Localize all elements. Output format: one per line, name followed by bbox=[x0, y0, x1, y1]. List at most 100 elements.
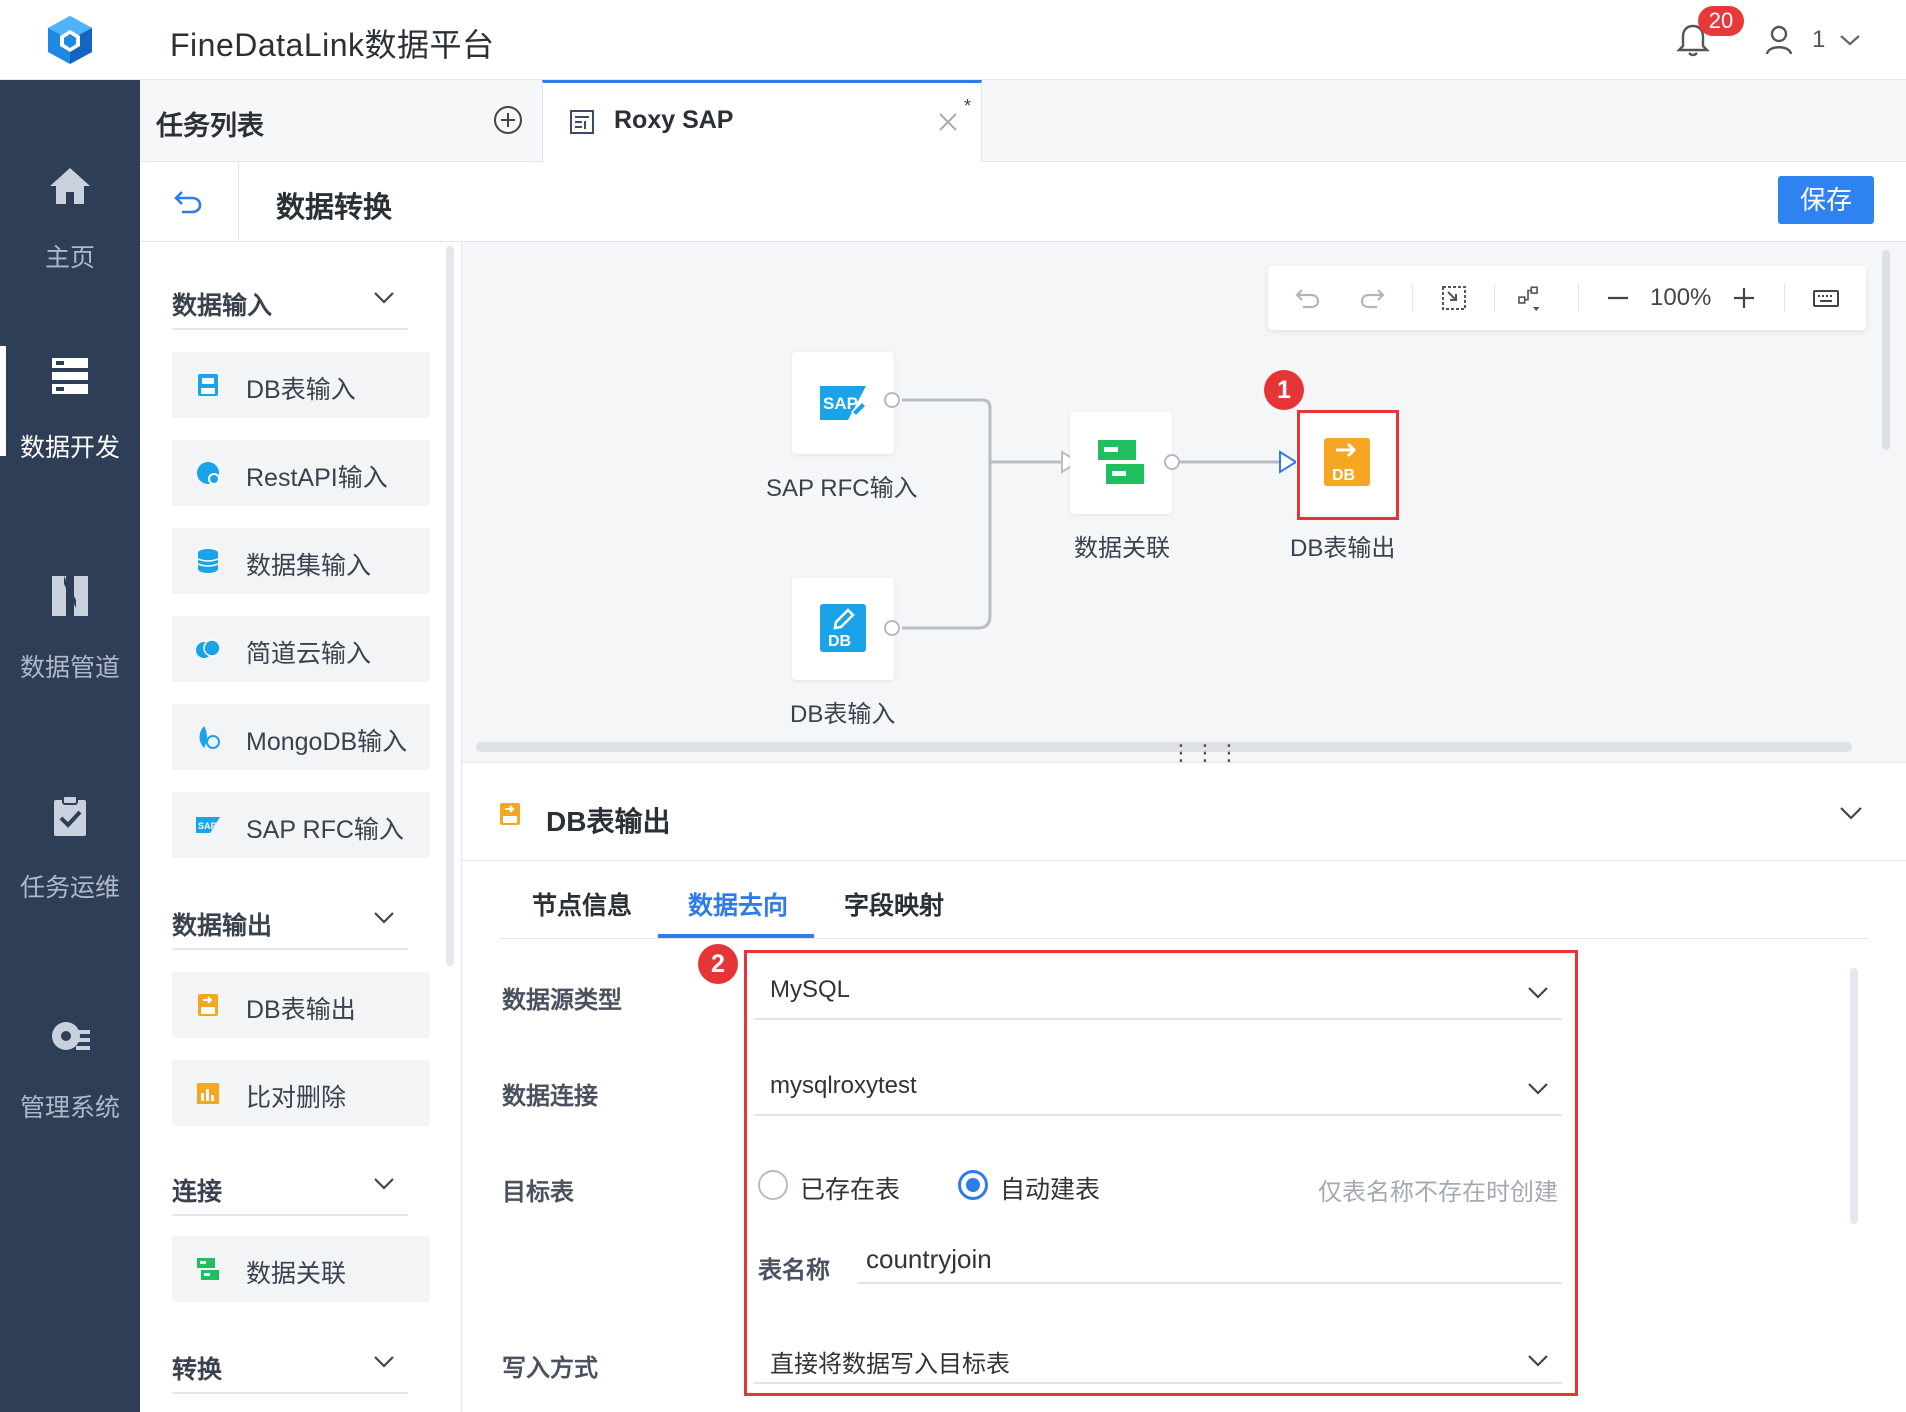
home-icon bbox=[50, 168, 90, 204]
zoom-in-icon[interactable] bbox=[1730, 284, 1758, 312]
toolbar-divider bbox=[1412, 284, 1413, 312]
flow-node-data-join[interactable] bbox=[1070, 412, 1172, 514]
toolbar-divider bbox=[1494, 284, 1495, 312]
step-badge-1: 1 bbox=[1264, 370, 1304, 410]
palette-item-label: DB表输出 bbox=[246, 996, 356, 1024]
chevron-down-icon[interactable] bbox=[1838, 30, 1862, 50]
tab-field-mapping[interactable]: 字段映射 bbox=[844, 886, 944, 922]
jiandaoyun-icon bbox=[196, 639, 221, 658]
nav-label: 数据开发 bbox=[19, 434, 120, 462]
tabs-row bbox=[140, 80, 1906, 162]
toolbar-divider bbox=[1578, 284, 1579, 312]
palette-item-mongodb[interactable]: MongoDB输入 bbox=[172, 704, 430, 770]
palette-section-connect[interactable]: 连接 bbox=[172, 1172, 222, 1208]
chevron-down-icon[interactable] bbox=[372, 288, 396, 308]
panel-scrollbar[interactable] bbox=[1850, 968, 1858, 1224]
palette-item-jiandaoyun[interactable]: 简道云输入 bbox=[172, 616, 430, 682]
chevron-down-icon[interactable] bbox=[372, 1174, 396, 1194]
panel-title: DB表输出 bbox=[546, 806, 671, 837]
close-icon[interactable] bbox=[936, 110, 960, 134]
dataset-icon bbox=[197, 549, 219, 573]
palette-item-restapi[interactable]: RestAPI输入 bbox=[172, 440, 430, 506]
palette-item-label: 数据集输入 bbox=[246, 552, 372, 580]
node-label: DB表输出 bbox=[1290, 535, 1396, 562]
tab-data-destination[interactable]: 数据去向 bbox=[688, 886, 788, 922]
compare-delete-icon bbox=[197, 1083, 219, 1104]
palette-section-output[interactable]: 数据输出 bbox=[172, 906, 272, 942]
db-input-icon bbox=[198, 374, 218, 396]
chevron-down-icon[interactable] bbox=[372, 1352, 396, 1372]
svg-text:SAP: SAP bbox=[823, 394, 858, 413]
db-output-icon bbox=[198, 994, 218, 1016]
user-name[interactable]: 1 bbox=[1812, 26, 1825, 54]
fit-view-icon[interactable] bbox=[1440, 284, 1468, 312]
nav-item-task-ops[interactable]: 任务运维 bbox=[0, 750, 140, 940]
admin-gear-icon bbox=[52, 1022, 90, 1050]
back-arrow-icon[interactable] bbox=[172, 184, 204, 216]
svg-text:DB: DB bbox=[828, 633, 851, 650]
node-label: SAP RFC输入 bbox=[766, 475, 918, 502]
node-output-port[interactable] bbox=[884, 392, 900, 408]
db-input-icon: DB bbox=[820, 604, 866, 652]
zoom-out-icon[interactable] bbox=[1604, 284, 1632, 312]
palette-item-compare-delete[interactable]: 比对删除 bbox=[172, 1060, 430, 1126]
svg-text:SAP: SAP bbox=[198, 821, 217, 831]
undo-icon[interactable] bbox=[1294, 284, 1322, 312]
target-table-label: 目标表 bbox=[502, 1179, 574, 1206]
nav-item-data-dev[interactable]: 数据开发 bbox=[0, 310, 140, 500]
divider bbox=[462, 860, 1906, 861]
palette-item-db-input[interactable]: DB表输入 bbox=[172, 352, 430, 418]
tab-roxy-sap[interactable] bbox=[542, 80, 982, 162]
palette-section-transform[interactable]: 转换 bbox=[172, 1350, 222, 1386]
nav-item-pipeline[interactable]: 数据管道 bbox=[0, 530, 140, 720]
save-button[interactable]: 保存 bbox=[1778, 176, 1874, 224]
redo-icon[interactable] bbox=[1358, 284, 1386, 312]
section-divider bbox=[172, 1214, 408, 1216]
active-tab-indicator bbox=[658, 934, 814, 938]
palette-item-label: MongoDB输入 bbox=[246, 728, 408, 756]
zoom-level: 100% bbox=[1650, 284, 1712, 311]
user-avatar-icon[interactable] bbox=[1764, 24, 1794, 56]
task-list-title: 任务列表 bbox=[156, 111, 264, 141]
data-join-icon bbox=[1098, 440, 1144, 484]
auto-layout-icon[interactable] bbox=[1514, 284, 1542, 312]
restapi-icon bbox=[197, 462, 220, 485]
chevron-down-icon[interactable] bbox=[372, 908, 396, 928]
palette-item-dataset[interactable]: 数据集输入 bbox=[172, 528, 430, 594]
tabs-divider bbox=[500, 938, 1868, 939]
nav-label: 管理系统 bbox=[19, 1094, 120, 1122]
node-label: 数据关联 bbox=[1074, 535, 1170, 562]
task-ops-icon bbox=[54, 795, 86, 836]
palette-item-label: RestAPI输入 bbox=[246, 464, 388, 492]
app-title: FineDataLink数据平台 bbox=[170, 27, 495, 63]
nav-item-admin[interactable]: 管理系统 bbox=[0, 970, 140, 1160]
highlight-box-node bbox=[1297, 410, 1399, 520]
toolbar-divider bbox=[1784, 284, 1785, 312]
nav-label: 数据管道 bbox=[19, 654, 120, 682]
palette-item-label: 简道云输入 bbox=[246, 640, 372, 668]
tab-node-info[interactable]: 节点信息 bbox=[532, 886, 632, 922]
flow-node-db-input[interactable]: DB bbox=[792, 578, 894, 680]
chevron-down-icon[interactable] bbox=[1838, 802, 1864, 824]
add-task-icon[interactable] bbox=[492, 104, 524, 136]
keyboard-icon[interactable] bbox=[1812, 284, 1840, 312]
connection-label: 数据连接 bbox=[502, 1083, 598, 1110]
tab-label: Roxy SAP bbox=[614, 106, 734, 134]
node-output-port[interactable] bbox=[1164, 454, 1180, 470]
pipeline-icon bbox=[52, 576, 88, 616]
flow-node-sap-rfc-input[interactable]: SAP bbox=[792, 352, 894, 454]
palette-item-label: DB表输入 bbox=[246, 376, 356, 404]
palette-item-data-join[interactable]: 数据关联 bbox=[172, 1236, 430, 1302]
sap-icon: SAP bbox=[820, 386, 868, 420]
data-join-icon bbox=[197, 1258, 219, 1280]
divider bbox=[238, 162, 239, 242]
sap-icon: SAP bbox=[196, 817, 220, 833]
palette-scrollbar[interactable] bbox=[446, 246, 454, 966]
nav-item-home[interactable]: 主页 bbox=[0, 120, 140, 310]
palette-item-db-output[interactable]: DB表输出 bbox=[172, 972, 430, 1038]
node-output-port[interactable] bbox=[884, 620, 900, 636]
palette-section-input[interactable]: 数据输入 bbox=[172, 286, 272, 322]
step-badge-2: 2 bbox=[698, 944, 738, 984]
palette-item-sap-rfc[interactable]: SAP SAP RFC输入 bbox=[172, 792, 430, 858]
app-logo[interactable] bbox=[42, 12, 98, 68]
